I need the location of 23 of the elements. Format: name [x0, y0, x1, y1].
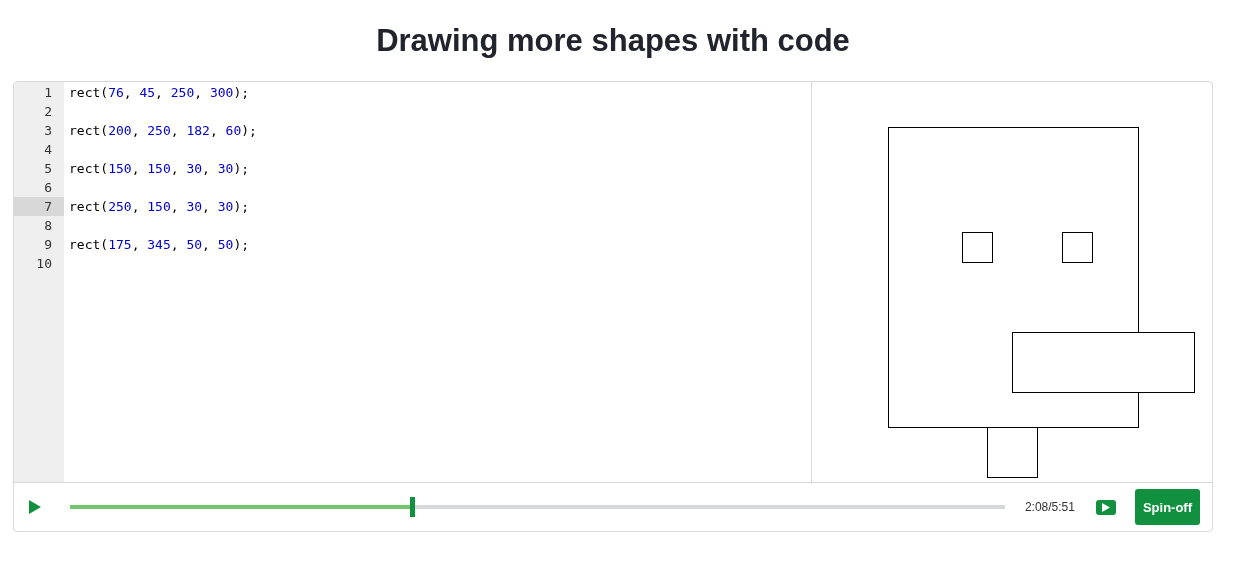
line-number: 8 — [43, 217, 53, 235]
play-icon — [28, 499, 42, 515]
spin-off-button[interactable]: Spin-off — [1134, 489, 1200, 525]
time-label: 2:08/5:51 — [1024, 500, 1075, 514]
code-editor[interactable]: 1 rect(76, 45, 250, 300); 2 3 rect(200, 250, 182, 60); 4 5 rect(150, 150, 30, 30); 6 7 rect(250, 150, 30, 30); 8 9 rect(175, 345, 50, 50); 10 — [14, 82, 812, 482]
code-line: rect(175, 345, 50, 50); — [69, 237, 250, 252]
code-line: rect(200, 250, 182, 60); — [69, 123, 257, 138]
progress-handle[interactable] — [410, 497, 416, 517]
code-line: rect(150, 150, 30, 30); — [69, 161, 250, 176]
line-number: 6 — [43, 179, 53, 197]
line-number: 3 — [43, 122, 53, 140]
line-number: 7 — [14, 197, 64, 216]
line-number: 1 — [43, 84, 53, 102]
line-number: 5 — [43, 160, 53, 178]
video-button[interactable] — [1095, 499, 1116, 515]
code-line: rect(76, 45, 250, 300); — [69, 85, 250, 100]
line-number: 10 — [35, 255, 53, 273]
play-icon — [1101, 502, 1110, 512]
code-line: rect(250, 150, 30, 30); — [69, 199, 250, 214]
line-number: 2 — [43, 103, 53, 121]
page-title: Drawing more shapes with code — [375, 22, 851, 60]
line-number: 9 — [43, 236, 53, 254]
line-number: 4 — [43, 141, 53, 159]
